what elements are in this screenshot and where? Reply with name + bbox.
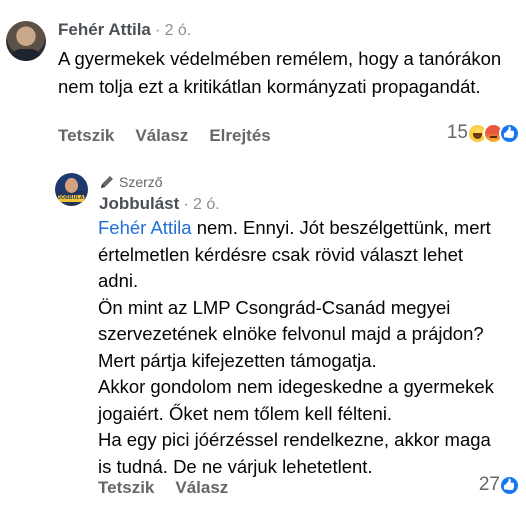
reply-line: Ha egy pici jóérzéssel rendelkezne, akko… <box>98 429 491 450</box>
reply-line: szervezetének elnöke felvonul majd a prá… <box>98 323 484 344</box>
reaction-count: 27 <box>478 474 500 495</box>
comment-time[interactable]: 2 ó. <box>165 22 192 40</box>
reply-text: Fehér Attila nem. Ennyi. Jót beszélgettü… <box>98 215 518 480</box>
reply-line: Akkor gondolom nem idegeskedne a gyermek… <box>98 376 494 397</box>
like-button[interactable]: Tetszik <box>58 126 114 146</box>
author-badge-label: Szerző <box>119 174 163 190</box>
reply-line: jogaiért. Őket nem tőlem kell félteni. <box>98 402 393 424</box>
reply-button[interactable]: Válasz <box>175 478 228 498</box>
reply-line-text: nem. Ennyi. Jót beszélgettünk, mert <box>191 217 491 238</box>
reaction-count: 15 <box>446 122 468 143</box>
comment-header: Fehér Attila · 2 ó. <box>58 20 191 40</box>
like-icon <box>499 122 520 144</box>
author-badge: Szerző <box>99 174 163 190</box>
reply-button[interactable]: Válasz <box>135 126 188 146</box>
comment-author[interactable]: Fehér Attila <box>58 20 151 40</box>
like-icon <box>499 474 520 496</box>
separator: · <box>183 194 189 213</box>
reply-line: értelmetlen kérdésre csak rövid választ … <box>98 243 464 265</box>
like-button[interactable]: Tetszik <box>98 478 154 498</box>
reply-line: is tudná. De ne várjuk lehetetlent. <box>98 455 373 477</box>
avatar[interactable] <box>6 21 46 61</box>
reply-time[interactable]: 2 ó. <box>193 196 220 214</box>
reply-line: Mert pártja kifejezetten támogatja. <box>98 349 377 371</box>
mention-link[interactable]: Fehér Attila <box>98 217 192 238</box>
hide-button[interactable]: Elrejtés <box>209 126 270 146</box>
comment-actions: Tetszik Válasz Elrejtés <box>58 126 292 146</box>
reply-line: Ön mint az LMP Csongrád-Csanád megyei <box>98 296 451 318</box>
reaction-summary[interactable]: 15 <box>447 122 520 144</box>
avatar[interactable]: JOBBULÁST <box>55 173 88 206</box>
reply-line: Fehér Attila nem. Ennyi. Jót beszélgettü… <box>98 215 518 242</box>
pencil-icon <box>101 176 113 188</box>
reply-header: Jobbulást · 2 ó. <box>99 194 220 214</box>
separator: · <box>154 20 161 39</box>
reply-line: adni. <box>98 270 139 291</box>
avatar-badge-text: JOBBULÁST <box>58 195 88 202</box>
reaction-summary[interactable]: 27 <box>479 474 520 496</box>
reply-author[interactable]: Jobbulást <box>99 194 179 214</box>
reply-actions: Tetszik Válasz <box>98 478 249 498</box>
comment-text: A gyermekek védelmében remélem, hogy a t… <box>58 48 502 97</box>
